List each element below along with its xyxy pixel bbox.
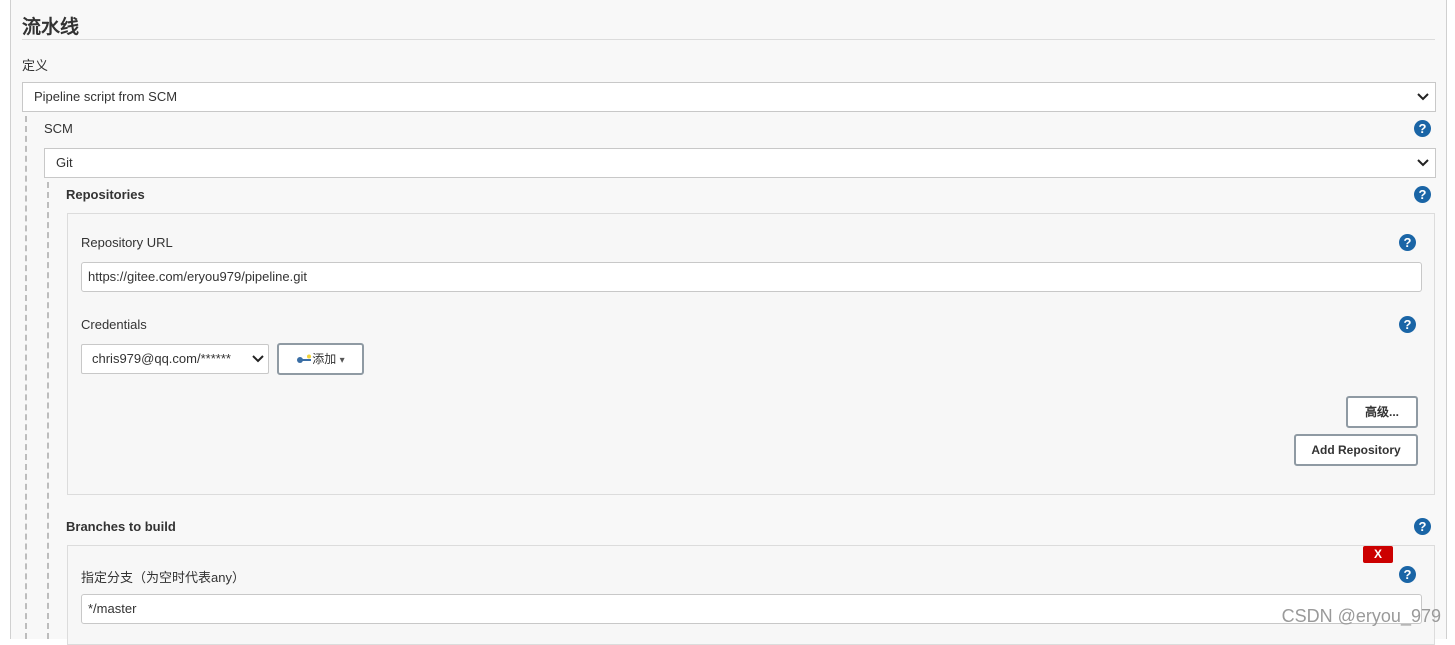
pipeline-config-panel: 流水线 定义 Pipeline script from SCM SCM ? Gi… [10,0,1447,645]
repository-panel [67,213,1435,495]
scm-label: SCM [44,121,73,136]
credentials-label: Credentials [81,317,147,332]
repository-url-input[interactable]: https://gitee.com/eryou979/pipeline.git [81,262,1422,292]
caret-down-icon: ▾ [339,355,345,366]
definition-select-value: Pipeline script from SCM [34,89,178,104]
chevron-down-icon [248,345,264,373]
advanced-button[interactable]: 高级... [1346,396,1418,428]
git-indent-line [47,182,49,639]
definition-label: 定义 [22,58,49,73]
help-icon[interactable]: ? [1399,566,1416,583]
scm-indent-line [25,116,27,639]
help-icon[interactable]: ? [1414,186,1431,203]
key-icon [296,346,312,374]
section-title: 流水线 [22,17,80,38]
help-icon[interactable]: ? [1399,234,1416,251]
watermark: CSDN @eryou_979 [1281,606,1441,626]
delete-branch-button[interactable]: X [1363,546,1393,563]
scm-select-value: Git [56,155,73,170]
branch-specifier-label: 指定分支（为空时代表any） [81,570,245,585]
repositories-label: Repositories [66,187,145,202]
help-icon[interactable]: ? [1399,316,1416,333]
chevron-down-icon [1417,149,1429,177]
chevron-down-icon [1417,83,1429,111]
title-divider [22,39,1435,40]
repository-url-label: Repository URL [81,235,173,250]
help-icon[interactable]: ? [1414,120,1431,137]
branches-label: Branches to build [66,519,176,534]
credentials-select[interactable]: chris979@qq.com/****** [81,344,269,374]
scm-select[interactable]: Git [44,148,1436,178]
add-credentials-button[interactable]: 添加 ▾ [277,343,364,375]
add-credentials-label: 添加 [312,352,337,366]
branch-specifier-input[interactable]: */master [81,594,1422,624]
credentials-select-value: chris979@qq.com/****** [92,351,231,366]
help-icon[interactable]: ? [1414,518,1431,535]
add-repository-button[interactable]: Add Repository [1294,434,1418,466]
definition-select[interactable]: Pipeline script from SCM [22,82,1436,112]
